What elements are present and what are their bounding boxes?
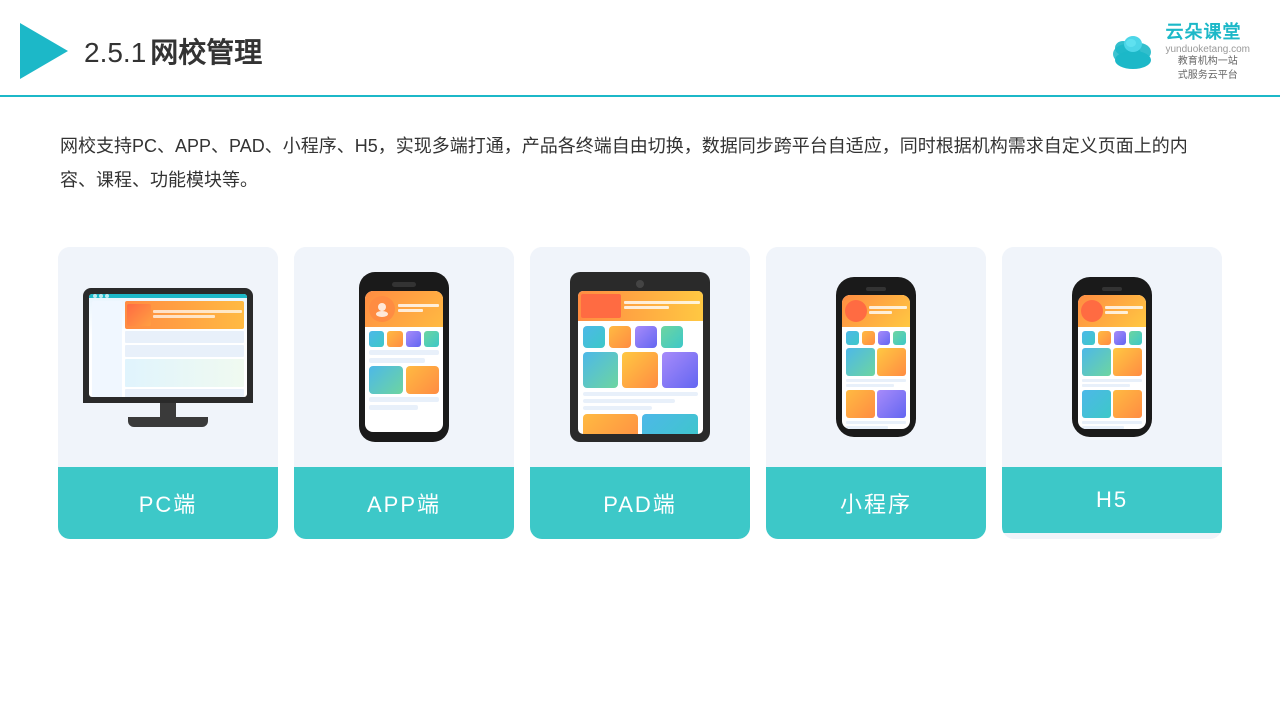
header: 2.5.1网校管理 云朵课堂 yunduoketang.com 教育机构一站 式… <box>0 0 1280 97</box>
card-pad: PAD端 <box>530 247 750 539</box>
page-title: 2.5.1网校管理 <box>84 31 262 71</box>
page-title-main: 网校管理 <box>150 37 262 68</box>
card-pc-image <box>58 247 278 467</box>
card-pad-label: PAD端 <box>530 467 750 539</box>
card-app-image <box>294 247 514 467</box>
brand-name: 云朵课堂 <box>1165 18 1250 44</box>
description-text: 网校支持PC、APP、PAD、小程序、H5，实现多端打通，产品各终端自由切换，数… <box>0 97 1280 217</box>
miniapp-phone-icon <box>836 277 916 437</box>
logo-triangle-icon <box>20 23 68 79</box>
card-pc-label: PC端 <box>58 467 278 539</box>
card-miniapp: 小程序 <box>766 247 986 539</box>
brand-logo: 云朵课堂 yunduoketang.com 教育机构一站 式服务云平台 <box>1107 18 1250 83</box>
pc-monitor-icon <box>83 288 253 427</box>
page-title-prefix: 2.5.1 <box>84 37 146 68</box>
card-h5: H5 <box>1002 247 1222 539</box>
h5-phone-icon <box>1072 277 1152 437</box>
cloud-icon <box>1107 32 1159 70</box>
header-left: 2.5.1网校管理 <box>20 23 262 79</box>
card-h5-image <box>1002 247 1222 467</box>
card-app: APP端 <box>294 247 514 539</box>
card-miniapp-label: 小程序 <box>766 467 986 539</box>
platform-cards: PC端 <box>0 227 1280 559</box>
card-app-label: APP端 <box>294 467 514 539</box>
card-miniapp-image <box>766 247 986 467</box>
app-phone-icon <box>359 272 449 442</box>
brand-url: yunduoketang.com <box>1165 44 1250 55</box>
pad-tablet-icon <box>570 272 710 442</box>
card-h5-label: H5 <box>1002 467 1222 533</box>
brand-tagline: 教育机构一站 式服务云平台 <box>1165 55 1250 83</box>
brand-info: 云朵课堂 yunduoketang.com 教育机构一站 式服务云平台 <box>1165 18 1250 83</box>
card-pc: PC端 <box>58 247 278 539</box>
card-pad-image <box>530 247 750 467</box>
